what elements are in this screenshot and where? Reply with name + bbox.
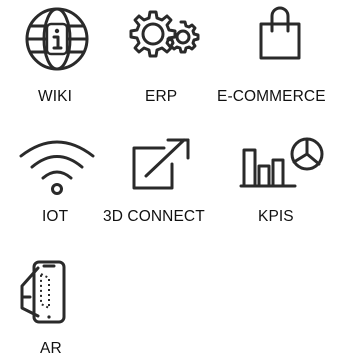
wifi-icon	[19, 140, 95, 195]
bar-pie-chart-icon	[239, 137, 324, 188]
app-label: KPIS	[258, 208, 294, 225]
app-launcher: { "apps": [ {"label": "WIKI", "icon": "g…	[0, 0, 362, 359]
shopping-bag-icon	[259, 6, 301, 60]
gears-icon	[129, 10, 200, 58]
app-label: ERP	[145, 88, 178, 105]
app-label: IOT	[42, 208, 69, 225]
app-tile-kpis[interactable]: KPIS	[225, 136, 335, 236]
app-label: E-COMMERCE	[217, 88, 326, 105]
app-tile-wiki[interactable]: WIKI	[2, 2, 112, 112]
app-label: WIKI	[38, 88, 72, 105]
app-tile-e-commerce[interactable]: E-COMMERCE	[212, 2, 360, 112]
app-tile-iot[interactable]: IOT	[2, 136, 112, 236]
phone-ar-icon	[20, 260, 66, 324]
app-tile-3d-connect[interactable]: 3D CONNECT	[100, 136, 225, 236]
external-link-icon	[132, 138, 190, 190]
app-label: 3D CONNECT	[103, 208, 205, 225]
globe-info-icon	[25, 7, 89, 71]
app-label: AR	[40, 340, 62, 357]
app-tile-erp[interactable]: ERP	[112, 2, 212, 112]
app-tile-ar[interactable]: AR	[2, 258, 102, 358]
